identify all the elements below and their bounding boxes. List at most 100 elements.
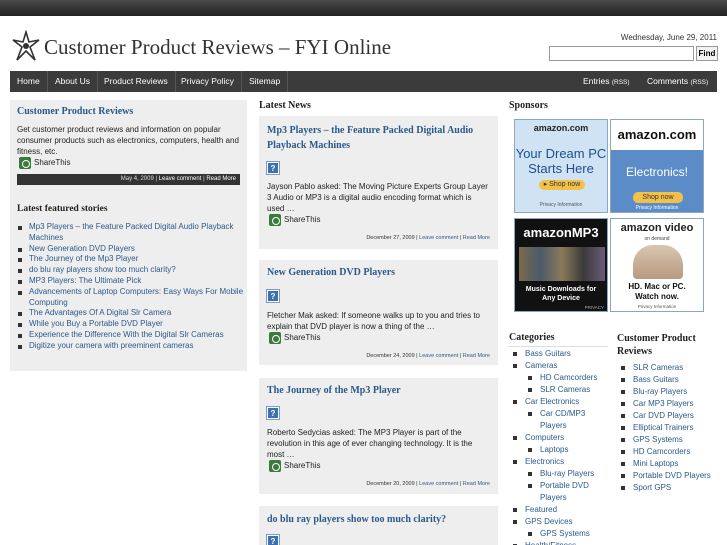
post-share[interactable]: ShareThis (269, 214, 320, 226)
cpr-item[interactable]: Car DVD Players (617, 410, 721, 422)
ad-line1: Your Dream PC (515, 146, 607, 161)
about-leave-comment[interactable]: Leave comment (159, 176, 202, 182)
about-read-more[interactable]: Read More (206, 176, 236, 182)
post-title[interactable]: New Generation DVD Players (267, 265, 482, 280)
category-item[interactable]: Car Electronics (509, 396, 609, 408)
ad-privacy: Privacy Information (635, 205, 679, 211)
category-item[interactable]: Health/Fitness (509, 540, 609, 545)
post-image-icon: ? (266, 534, 280, 545)
cpr-list: SLR Cameras Bass Guitars Blu-ray Players Ca… (617, 362, 721, 494)
post-title[interactable]: The Journey of the Mp3 Player (267, 383, 482, 398)
entries-label: Entries (583, 76, 610, 86)
category-item[interactable]: Blu-ray Players (509, 468, 609, 480)
category-item[interactable]: Featured (509, 504, 609, 516)
cpr-item[interactable]: SLR Cameras (617, 362, 721, 374)
category-item[interactable]: Players (509, 420, 609, 432)
categories-list: Bass Guitars Cameras HD Camcorders SLR Came… (509, 348, 609, 545)
category-item[interactable]: Cameras (509, 360, 609, 372)
ad-headline: Your Dream PC Starts Here (515, 146, 607, 176)
entries-rss: (RSS) (611, 79, 630, 86)
post-4: do blu ray players show too much clarity… (259, 506, 498, 545)
category-item[interactable]: Bass Guitars (509, 348, 609, 360)
ad-line1: Music Downloads for (525, 286, 597, 293)
ad-brand: amazon.com (533, 123, 589, 133)
post-share[interactable]: ShareThis (269, 460, 320, 472)
ad-headline: HD. Mac or PC. Watch now. (611, 282, 703, 302)
cpr-item[interactable]: HD Camcorders (617, 446, 721, 458)
category-item[interactable]: Players (509, 492, 609, 504)
category-item[interactable]: Portable DVD (509, 480, 609, 492)
featured-story-item[interactable]: While you Buy a Portable DVD Player (17, 319, 247, 330)
category-item[interactable]: GPS Systems (509, 528, 609, 540)
nav-entries-rss[interactable]: Entries (RSS) (583, 71, 630, 92)
nav-sitemap[interactable]: Sitemap (242, 71, 289, 92)
ad-headline: Electronics! (625, 165, 689, 179)
featured-story-item[interactable]: The Advantages Of A Digital Slr Camera (17, 308, 247, 319)
cpr-item[interactable]: Car MP3 Players (617, 398, 721, 410)
category-item[interactable]: HD Camcorders (509, 372, 609, 384)
cpr-item[interactable]: Blu-ray Players (617, 386, 721, 398)
about-date: May 4, 2009 (120, 176, 154, 182)
cpr-item[interactable]: Portable DVD Players (617, 470, 721, 482)
categories-divider (509, 346, 608, 347)
post-leave-comment[interactable]: Leave comment (419, 235, 458, 241)
featured-story-item[interactable]: The Journey of the Mp3 Player (17, 254, 247, 265)
post-2: New Generation DVD Players ? Fletcher Ma… (259, 260, 498, 365)
featured-story-item[interactable]: MP3 Players: The Ultimate Pick (17, 276, 247, 287)
ad-electronics[interactable]: amazon.com Electronics! Shop now Privacy… (610, 119, 704, 213)
nav-product-reviews[interactable]: Product Reviews (97, 71, 176, 92)
featured-story-item[interactable]: New Generation DVD Players (17, 244, 247, 255)
cpr-item[interactable]: GPS Systems (617, 434, 721, 446)
share-label: ShareThis (284, 461, 321, 470)
share-icon (19, 157, 31, 169)
about-text: Get customer product reviews and informa… (17, 125, 239, 156)
post-image-icon: ? (266, 161, 280, 175)
category-item[interactable]: SLR Cameras (509, 384, 609, 396)
search-input[interactable] (549, 46, 694, 61)
featured-story-item[interactable]: Mp3 Players – the Feature Packed Digital… (17, 222, 247, 244)
cpr-item[interactable]: Sport GPS (617, 482, 721, 494)
cpr-title: Customer Product Reviews (617, 332, 696, 358)
featured-story-item[interactable]: Digitize your camera with preeminent cam… (17, 341, 247, 352)
category-item[interactable]: GPS Devices (509, 516, 609, 528)
ad-dream-pc[interactable]: amazon.com Your Dream PC Starts Here ▸ Sh… (514, 119, 608, 213)
post-leave-comment[interactable]: Leave comment (419, 353, 458, 359)
post-read-more[interactable]: Read More (463, 353, 490, 359)
nav-home[interactable]: Home (10, 71, 48, 92)
nav-about-us[interactable]: About Us (48, 71, 98, 92)
nav-comments-rss[interactable]: Comments (RSS) (647, 71, 708, 92)
post-date: December 27, 2009 (366, 235, 415, 241)
post-read-more[interactable]: Read More (463, 481, 490, 487)
category-item[interactable]: Computers (509, 432, 609, 444)
top-strip (0, 0, 727, 16)
ad-photo (633, 245, 683, 279)
post-meta: December 27, 2009 | Leave comment | Read… (366, 235, 490, 241)
featured-story-item[interactable]: Advancements of Laptop Computers: Easy W… (17, 287, 247, 309)
cpr-item[interactable]: Elliptical Trainers (617, 422, 721, 434)
featured-story-item[interactable]: do blu ray players show too much clarity… (17, 265, 247, 276)
about-title[interactable]: Customer Product Reviews (17, 106, 133, 117)
post-read-more[interactable]: Read More (463, 235, 490, 241)
cpr-item[interactable]: Bass Guitars (617, 374, 721, 386)
post-meta: December 20, 2009 | Leave comment | Read… (366, 481, 490, 487)
ad-amazon-mp3[interactable]: amazonMP3 Music Downloads for Any Device … (514, 218, 608, 312)
nav-privacy-policy[interactable]: Privacy Policy (174, 71, 242, 92)
post-title[interactable]: Mp3 Players – the Feature Packed Digital… (267, 123, 482, 153)
post-share[interactable]: ShareThis (269, 332, 320, 344)
share-icon (269, 332, 281, 344)
share-icon (269, 460, 281, 472)
cpr-item[interactable]: Mini Laptops (617, 458, 721, 470)
site-logo[interactable] (11, 30, 41, 66)
ad-amazon-video[interactable]: amazon video on demand HD. Mac or PC. Wat… (610, 218, 704, 312)
about-share[interactable]: ShareThis (19, 157, 70, 169)
find-button[interactable]: Find (696, 46, 718, 61)
post-leave-comment[interactable]: Leave comment (419, 481, 458, 487)
featured-story-item[interactable]: Experience the Difference With the Digit… (17, 330, 247, 341)
featured-list: Mp3 Players – the Feature Packed Digital… (17, 222, 247, 352)
site-title[interactable]: Customer Product Reviews – FYI Online (44, 35, 391, 60)
category-item[interactable]: Car CD/MP3 (509, 408, 609, 420)
category-item[interactable]: Electronics (509, 456, 609, 468)
category-item[interactable]: Laptops (509, 444, 609, 456)
post-title[interactable]: do blu ray players show too much clarity… (267, 512, 482, 527)
post-text: Roberto Sedycias asked: The MP3 Player i… (267, 428, 473, 459)
